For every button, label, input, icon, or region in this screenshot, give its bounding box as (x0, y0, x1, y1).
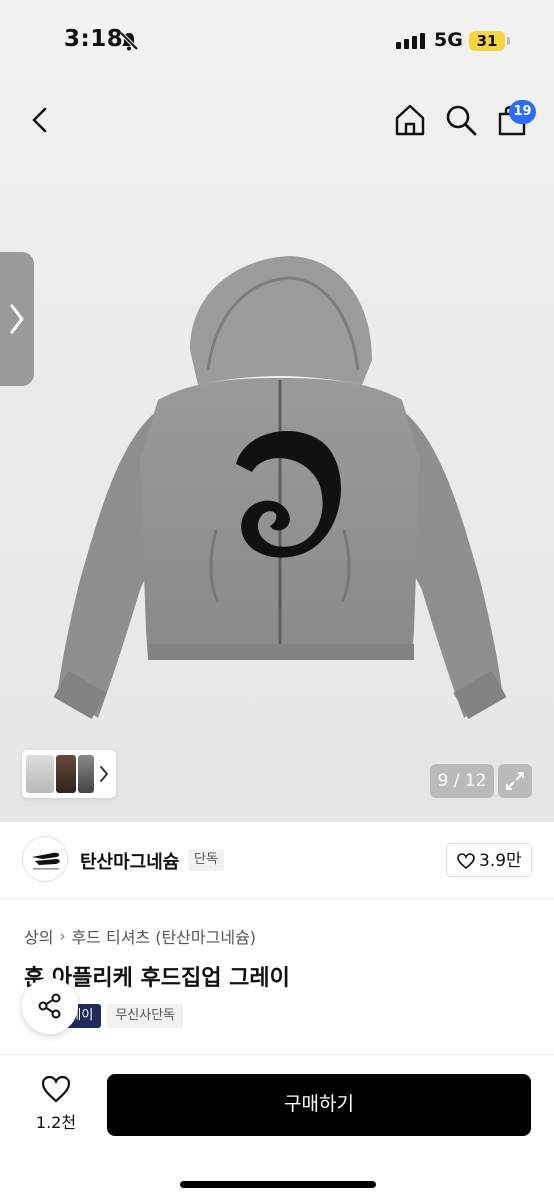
brand-name[interactable]: 탄산마그네슘 (80, 848, 179, 874)
side-chevron-icon (10, 304, 24, 334)
breadcrumb-subcategory[interactable]: 후드 티셔츠 (탄산마그네슘) (71, 924, 256, 948)
buy-button[interactable]: 구매하기 (107, 1074, 531, 1136)
home-icon[interactable] (392, 102, 428, 138)
brand-like-count: 3.9만 (479, 851, 522, 871)
brand-exclusive-tag: 단독 (188, 849, 224, 871)
thumbnail[interactable] (56, 755, 76, 793)
product-gallery[interactable]: 3:18 5G 31 19 9 / 12 (0, 0, 554, 822)
heart-icon (41, 1075, 71, 1103)
wish-count: 1.2천 (35, 1113, 77, 1132)
home-indicator[interactable] (180, 1181, 376, 1188)
expand-button[interactable] (498, 764, 532, 798)
breadcrumb-separator-icon: › (59, 927, 66, 945)
bell-slash-icon (119, 31, 139, 51)
thumb-chevron-icon (100, 766, 108, 782)
brand-row: 탄산마그네슘 단독 3.9만 (0, 822, 554, 900)
product-image (53, 256, 507, 719)
network-type: 5G (434, 29, 463, 51)
page-counter: 9 / 12 (430, 764, 494, 798)
search-icon[interactable] (443, 102, 479, 138)
brand-like-button[interactable]: 3.9만 (446, 843, 532, 877)
signal-icon (396, 33, 425, 49)
status-time: 3:18 (64, 26, 124, 52)
status-bar: 3:18 5G 31 (0, 0, 554, 84)
share-icon (38, 993, 61, 1019)
thumbnail[interactable] (78, 755, 94, 793)
cart-badge: 19 (509, 100, 536, 124)
brand-logo[interactable] (22, 836, 68, 882)
brand-logo-mark (32, 852, 60, 870)
battery-tip (507, 37, 510, 45)
back-icon[interactable] (22, 102, 58, 138)
thumbnail-strip[interactable] (22, 750, 116, 798)
bottom-action-bar: 1.2천 구매하기 (0, 1054, 554, 1200)
thumbnail[interactable] (26, 755, 54, 793)
breadcrumb: 상의 › 후드 티셔츠 (탄산마그네슘) (24, 924, 256, 948)
share-button[interactable] (22, 978, 78, 1034)
expand-icon (506, 772, 524, 790)
heart-icon (457, 853, 475, 869)
battery-level: 31 (469, 31, 505, 51)
wish-button[interactable]: 1.2천 (28, 1075, 84, 1133)
breadcrumb-category[interactable]: 상의 (24, 924, 53, 948)
side-drawer-tab[interactable] (0, 252, 34, 386)
product-tag-exclusive: 무신사단독 (107, 1004, 184, 1028)
